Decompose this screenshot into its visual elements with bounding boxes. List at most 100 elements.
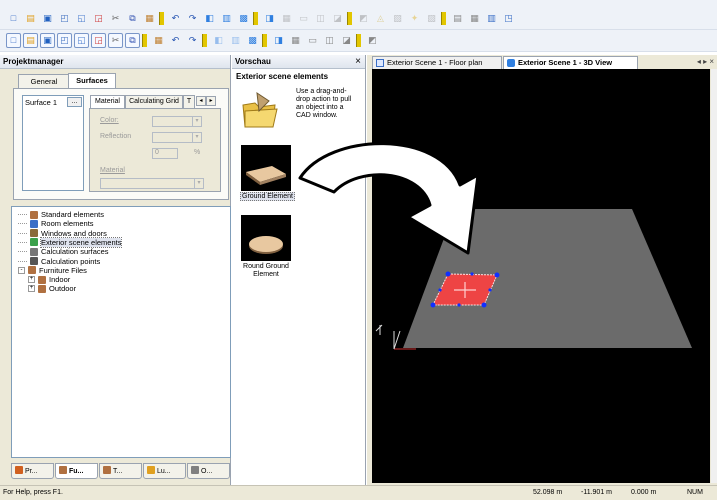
round-ground-element-item[interactable]: Round Ground Element: [241, 215, 295, 283]
tab-surfaces[interactable]: Surfaces: [68, 73, 116, 88]
tree-item[interactable]: - Furniture Files: [18, 266, 87, 275]
viewport-scrollbar[interactable]: [711, 69, 717, 483]
surface-button[interactable]: ▦: [288, 33, 303, 48]
layer-button[interactable]: ◧: [202, 11, 217, 26]
tab-general[interactable]: General: [18, 74, 70, 88]
dimension-button[interactable]: ◪: [330, 11, 345, 26]
tree-item[interactable]: Calculation surfaces: [18, 247, 109, 256]
tree-item[interactable]: + Outdoor: [28, 284, 76, 293]
tab-scroll-left-button[interactable]: ◂: [196, 96, 206, 106]
bottom-tab-icon: [191, 466, 199, 474]
tab-floor-plan[interactable]: Exterior Scene 1 - Floor plan: [372, 56, 502, 69]
calc-button[interactable]: ◬: [373, 11, 388, 26]
material-select[interactable]: ▾: [100, 178, 204, 189]
new-button[interactable]: □: [6, 11, 21, 26]
preview-button[interactable]: ◱: [74, 11, 89, 26]
light-button[interactable]: ✦: [407, 11, 422, 26]
render-button[interactable]: ◨: [262, 11, 277, 26]
zoom-button[interactable]: ↶: [168, 33, 183, 48]
rotate-button[interactable]: ▣: [40, 33, 55, 48]
element-tree[interactable]: Standard elements Room elements Windows an…: [11, 206, 231, 458]
daylight-button[interactable]: ◪: [339, 33, 354, 48]
selection-handle[interactable]: [488, 288, 492, 292]
list-item[interactable]: Surface 1: [25, 98, 57, 107]
reflection-value-field[interactable]: 0: [152, 148, 178, 159]
undo-button[interactable]: ↶: [168, 11, 183, 26]
bottom-tab[interactable]: T...: [99, 463, 142, 479]
surface-browse-button[interactable]: ...: [67, 97, 82, 107]
color-button[interactable]: ▩: [245, 33, 260, 48]
copy-button[interactable]: ⧉: [125, 11, 140, 26]
selection-handle[interactable]: [494, 272, 500, 278]
selection-handle[interactable]: [470, 272, 474, 276]
reflection-select[interactable]: ▾: [152, 132, 202, 143]
light-scene-button[interactable]: ◫: [322, 33, 337, 48]
tree-item[interactable]: + Indoor: [28, 275, 70, 284]
bottom-tab[interactable]: Pr...: [11, 463, 54, 479]
pdf-button[interactable]: ◲: [91, 11, 106, 26]
selection-handle[interactable]: [438, 288, 442, 292]
tab-material[interactable]: Material: [90, 95, 125, 108]
open-button[interactable]: ▤: [23, 11, 38, 26]
selection-handle[interactable]: [445, 271, 451, 277]
expand-icon[interactable]: +: [28, 285, 35, 293]
tab-3d-view[interactable]: Exterior Scene 1 - 3D View: [503, 56, 638, 69]
selection-handle[interactable]: [481, 302, 487, 308]
report-button[interactable]: ▤: [450, 11, 465, 26]
chart-icon: ▥: [487, 13, 496, 23]
tab-calculating-grid[interactable]: Calculating Grid: [125, 95, 183, 108]
tab-scroll-right-button[interactable]: ▸: [206, 96, 216, 106]
window-button[interactable]: ◳: [501, 11, 516, 26]
chart-button[interactable]: ▥: [484, 11, 499, 26]
scene-button[interactable]: ▭: [305, 33, 320, 48]
tree-item[interactable]: Standard elements: [18, 210, 104, 219]
tab-more[interactable]: T: [183, 95, 195, 108]
tree-item[interactable]: Exterior scene elements: [18, 236, 123, 248]
room-button[interactable]: ◰: [57, 33, 72, 48]
selection-handle[interactable]: [457, 303, 461, 307]
close-icon[interactable]: ×: [355, 55, 361, 69]
view3d-button[interactable]: ▩: [236, 11, 251, 26]
bottom-tab[interactable]: Lu...: [143, 463, 186, 479]
object-button[interactable]: ⧉: [125, 33, 140, 48]
table-button[interactable]: ▦: [467, 11, 482, 26]
material-button[interactable]: ◨: [271, 33, 286, 48]
color-select[interactable]: ▾: [152, 116, 202, 127]
wall-button[interactable]: ◱: [74, 33, 89, 48]
move-button[interactable]: ▤: [23, 33, 38, 48]
tree-item[interactable]: Room elements: [18, 219, 94, 228]
selection-handle[interactable]: [430, 302, 436, 308]
floorplan-button[interactable]: ▥: [219, 11, 234, 26]
grid-button[interactable]: ▦: [279, 11, 294, 26]
select-button[interactable]: □: [6, 33, 21, 48]
door-button[interactable]: ◲: [91, 33, 106, 48]
cut-button[interactable]: ✂: [108, 11, 123, 26]
paste-button[interactable]: ▦: [142, 11, 157, 26]
print-button[interactable]: ◰: [57, 11, 72, 26]
tree-item-label: Calculation points: [41, 256, 101, 266]
output-button[interactable]: ▨: [424, 11, 439, 26]
camera-button[interactable]: ▥: [228, 33, 243, 48]
ruler-button[interactable]: ▭: [296, 11, 311, 26]
tree-item[interactable]: Calculation points: [18, 257, 100, 266]
3d-viewport[interactable]: [372, 69, 710, 483]
collapse-icon[interactable]: -: [18, 266, 25, 274]
save-button[interactable]: ▣: [40, 11, 55, 26]
results-button[interactable]: ▧: [390, 11, 405, 26]
snap-button[interactable]: ◫: [313, 11, 328, 26]
status-bar: For Help, press F1. 52.098 m -11.901 m 0…: [0, 485, 717, 500]
export-button[interactable]: ◩: [365, 33, 380, 48]
orbit-button[interactable]: ◧: [211, 33, 226, 48]
window-tool-button[interactable]: ✂: [108, 33, 123, 48]
measure-button[interactable]: ◩: [356, 11, 371, 26]
pan-button[interactable]: ↷: [185, 33, 200, 48]
luminaire-button[interactable]: ▦: [151, 33, 166, 48]
tree-item[interactable]: Windows and doors: [18, 229, 107, 238]
tab-navigation-controls[interactable]: ◂ ▸ ×: [697, 56, 714, 68]
expand-icon[interactable]: +: [28, 276, 35, 284]
redo-button[interactable]: ↷: [185, 11, 200, 26]
surface-list[interactable]: Surface 1 ...: [22, 95, 84, 191]
bottom-tab[interactable]: O...: [187, 463, 230, 479]
bottom-tab[interactable]: Fu...: [55, 463, 98, 479]
ground-element-item[interactable]: Ground Element: [240, 145, 295, 203]
